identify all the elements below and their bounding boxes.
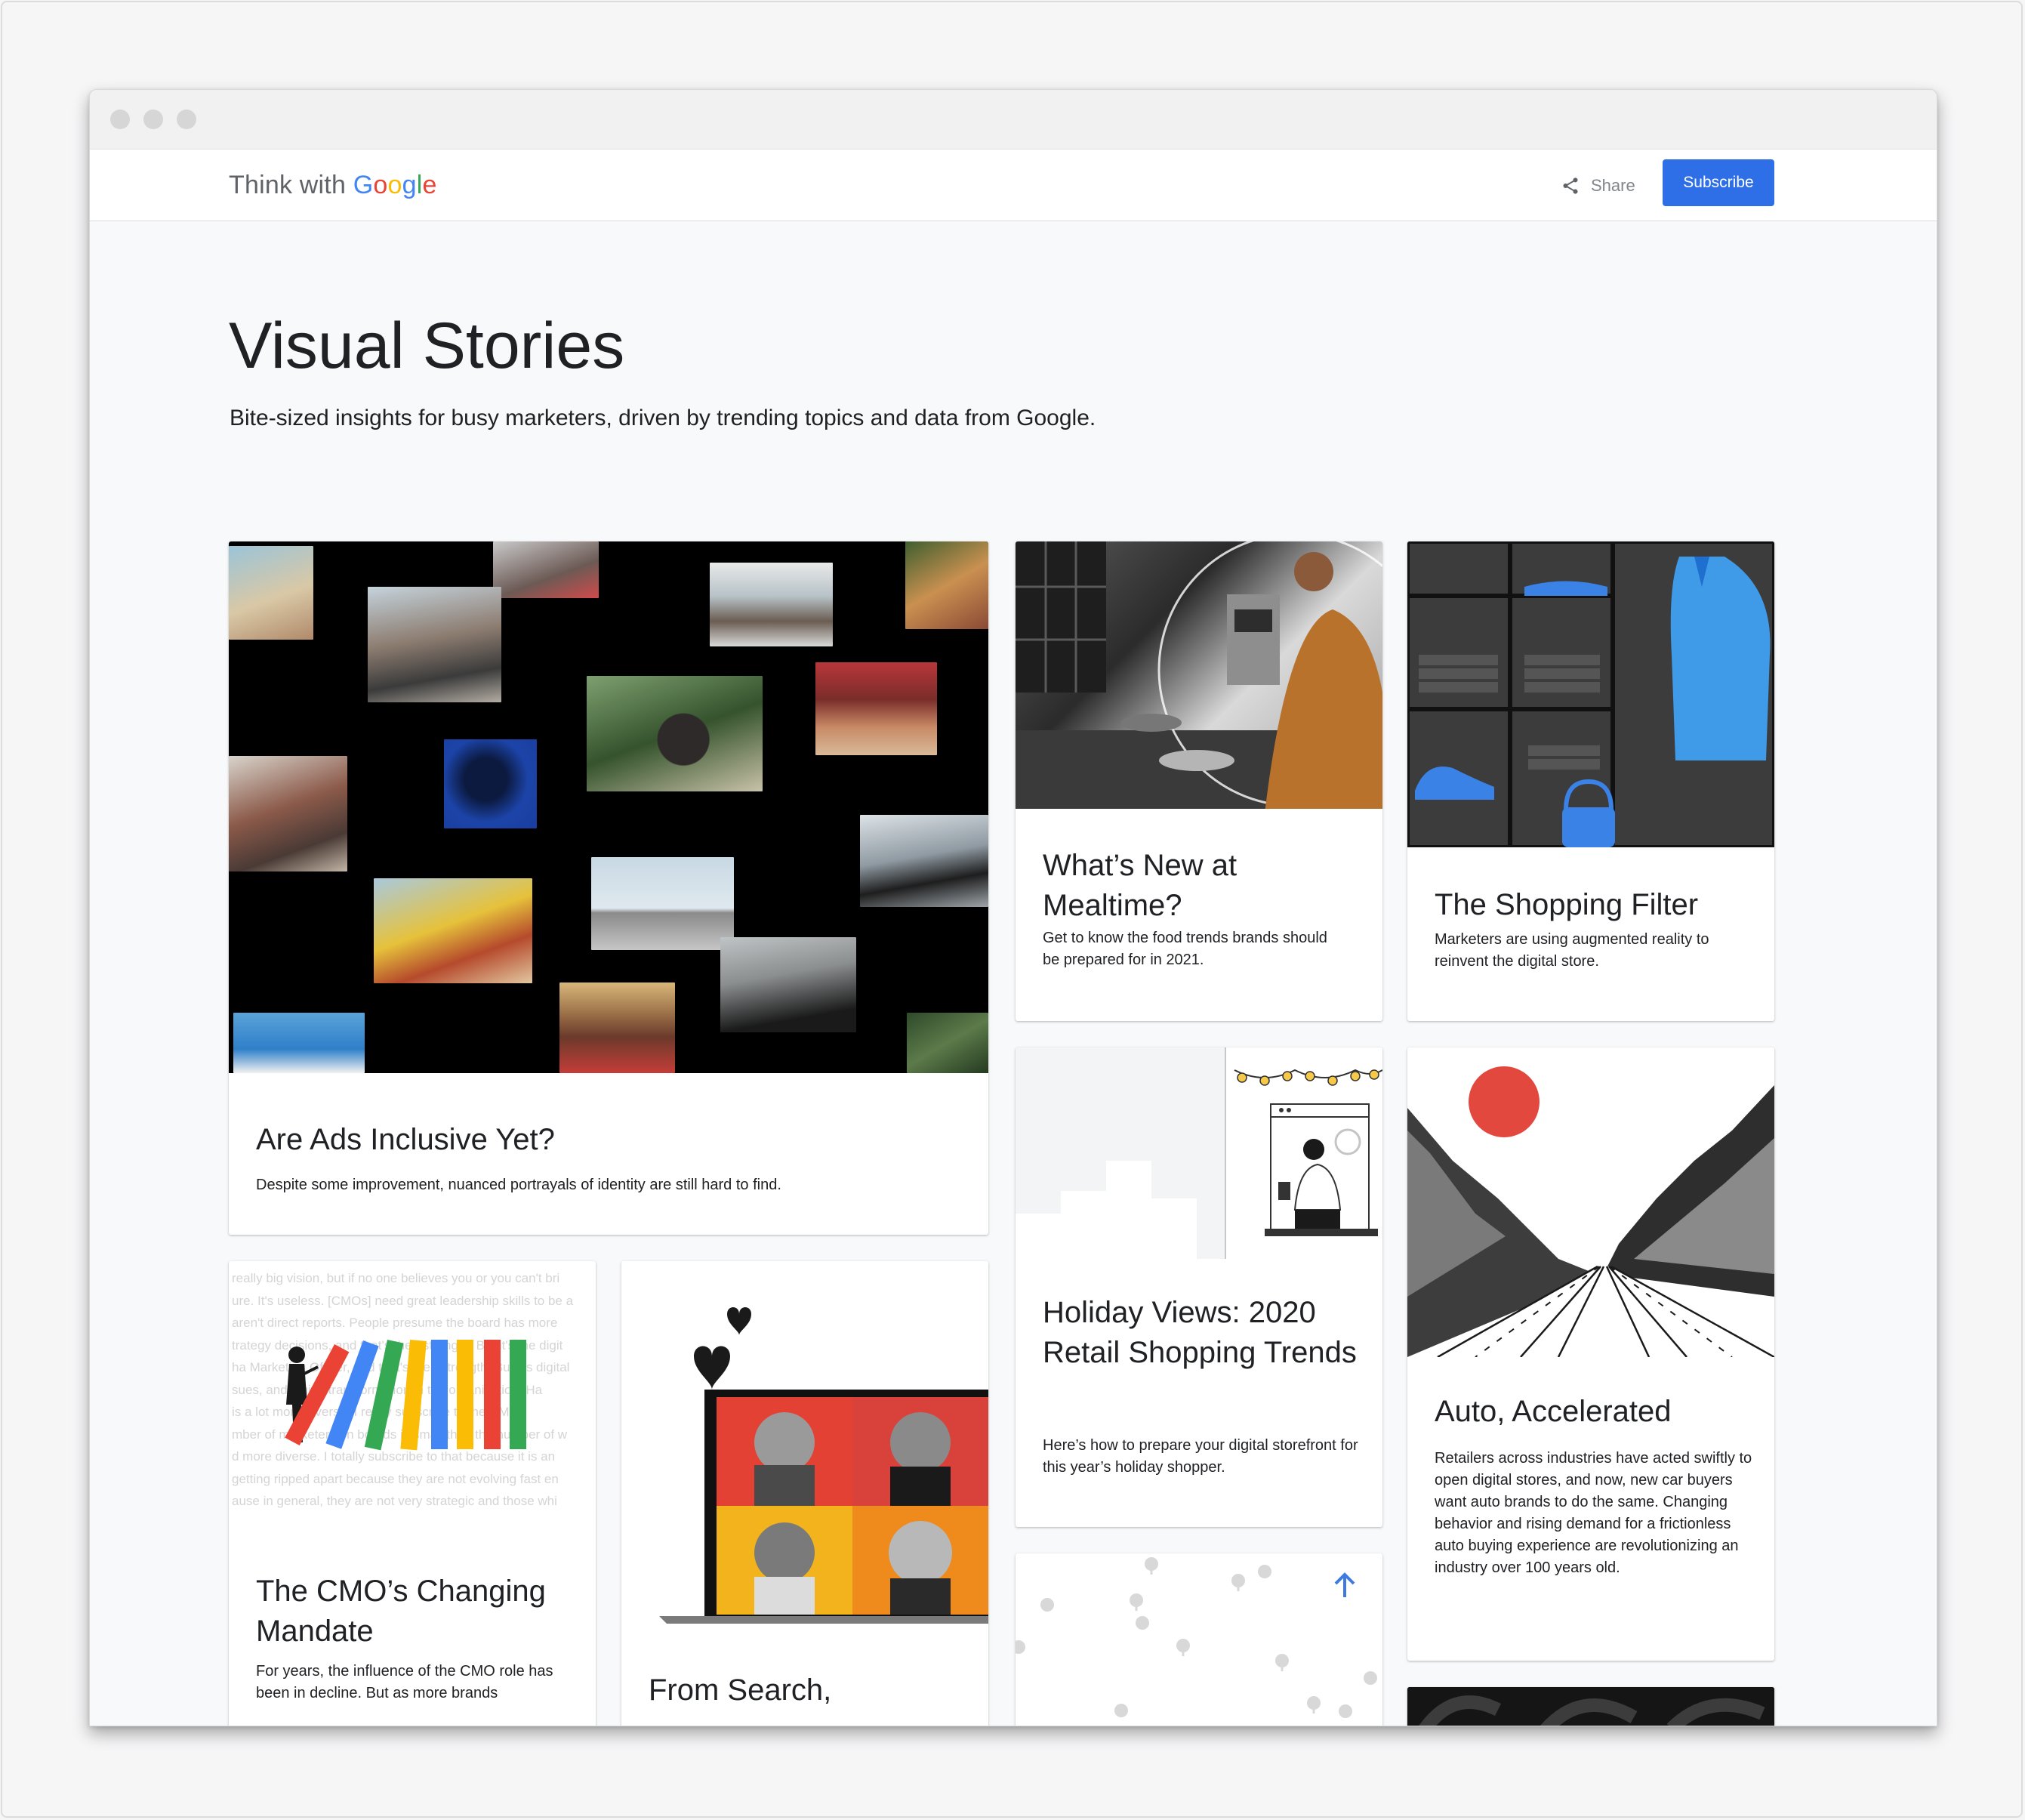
story-card-dark[interactable] <box>1407 1687 1774 1726</box>
card-description: Retailers across industries have acted s… <box>1435 1450 1752 1576</box>
card-description: Get to know the food trends brands shoul… <box>1043 930 1327 968</box>
window-close-dot[interactable] <box>110 110 130 129</box>
page-title: Visual Stories <box>229 310 625 382</box>
holiday-storefront-illustration <box>1016 1047 1382 1259</box>
ads-inclusive-collage <box>229 541 988 1073</box>
collage-photo <box>591 857 734 950</box>
collage-photo <box>720 937 856 1032</box>
site-header: Think with Google Share Subscribe <box>90 150 1937 221</box>
story-card-shopping-filter[interactable]: The Shopping Filter Marketers are using … <box>1407 541 1774 1021</box>
card-description: Despite some improvement, nuanced portra… <box>256 1177 781 1193</box>
card-title: Auto, Accelerated <box>1435 1395 1672 1428</box>
kitchen-illustration <box>1016 541 1382 809</box>
page-subtitle: Bite-sized insights for busy marketers, … <box>230 406 1096 430</box>
logo-think-text: Think with <box>229 171 353 199</box>
card-title: What’s New at Mealtime? <box>1043 849 1238 922</box>
card-description: For years, the influence of the CMO role… <box>256 1663 553 1701</box>
mealtime-kitchen-image <box>1016 541 1382 809</box>
from-search-image <box>621 1261 988 1624</box>
auto-accelerated-image <box>1407 1047 1774 1359</box>
story-card-mealtime[interactable]: What’s New at Mealtime? Get to know the … <box>1016 541 1382 1021</box>
logo-letter: G <box>353 171 374 199</box>
share-button[interactable]: Share <box>1561 171 1635 201</box>
logo-letter: g <box>402 171 417 199</box>
share-label: Share <box>1591 176 1635 195</box>
card-title: The Shopping Filter <box>1435 888 1699 921</box>
collage-photo <box>233 1013 365 1073</box>
story-card-holiday-views[interactable]: Holiday Views: 2020 Retail Shopping Tren… <box>1016 1047 1382 1527</box>
shelves-illustration <box>1407 541 1774 850</box>
collage-photo <box>444 739 537 828</box>
laptop-video-call-illustration <box>621 1261 988 1624</box>
share-icon <box>1563 177 1578 194</box>
holiday-views-image <box>1016 1047 1382 1259</box>
browser-window: Think with Google Share Subscribe Visual… <box>89 89 1937 1726</box>
collage-photo <box>860 815 988 907</box>
collage-photo <box>815 662 937 755</box>
collage-photo <box>368 587 501 702</box>
collage-photo <box>374 878 532 983</box>
map-pins-illustration <box>1016 1553 1382 1726</box>
collage-photo <box>587 676 763 791</box>
card-title: The CMO’s Changing Mandate <box>256 1575 546 1648</box>
collage-photo <box>559 982 675 1073</box>
logo-letter: o <box>387 171 402 199</box>
window-minimize-dot[interactable] <box>143 110 163 129</box>
shopping-filter-image <box>1407 541 1774 850</box>
story-card-auto-accelerated[interactable]: Auto, Accelerated Retailers across indus… <box>1407 1047 1774 1661</box>
story-card-from-search[interactable]: From Search, <box>621 1261 988 1726</box>
road-mountain-illustration <box>1407 1047 1774 1359</box>
browser-titlebar <box>90 90 1937 150</box>
subscribe-button[interactable]: Subscribe <box>1663 159 1774 206</box>
card-description: Marketers are using augmented reality to… <box>1435 931 1709 970</box>
card-title: Holiday Views: 2020 Retail Shopping Tren… <box>1043 1296 1357 1369</box>
collage-photo <box>905 541 988 629</box>
card-title: Are Ads Inclusive Yet? <box>256 1123 555 1156</box>
collage-photo <box>907 1013 988 1073</box>
dark-card-artwork <box>1407 1687 1774 1726</box>
collage-photo <box>493 541 599 598</box>
collage-photo <box>710 563 833 646</box>
card-title: From Search, <box>649 1673 832 1707</box>
logo-letter: e <box>422 171 437 199</box>
logo-letter: o <box>373 171 388 199</box>
collage-photo <box>229 546 313 640</box>
cmo-mandate-image: really big vision, but if no one believe… <box>229 1261 596 1525</box>
window-maximize-dot[interactable] <box>177 110 196 129</box>
story-card-ads-inclusive[interactable]: Are Ads Inclusive Yet? Despite some impr… <box>229 541 988 1235</box>
story-card-cmo-mandate[interactable]: really big vision, but if no one believe… <box>229 1261 596 1726</box>
cmo-bars-illustration <box>285 1340 526 1451</box>
think-with-google-logo[interactable]: Think with Google <box>229 166 437 204</box>
collage-photo <box>229 756 347 871</box>
story-card-map[interactable] <box>1016 1553 1382 1726</box>
card-description: Here’s how to prepare your digital store… <box>1043 1437 1358 1476</box>
